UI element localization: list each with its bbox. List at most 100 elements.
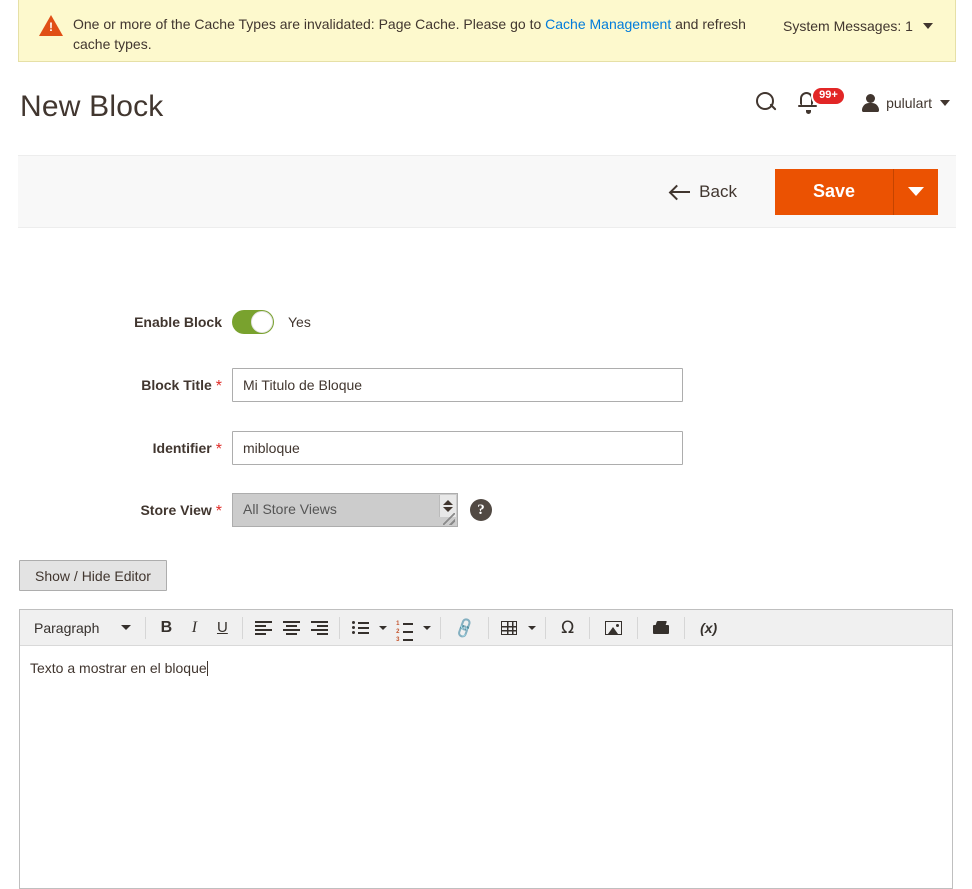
align-left-icon: [254, 621, 272, 635]
field-identifier: Identifier *: [0, 431, 683, 465]
chevron-down-icon: [940, 100, 950, 106]
system-messages-count-label: System Messages: 1: [783, 18, 913, 34]
toolbar-divider: [589, 616, 591, 639]
question-mark-icon[interactable]: ?: [470, 499, 492, 521]
toolbar-divider: [339, 616, 341, 639]
chevron-down-icon: [379, 625, 388, 630]
bullet-list-icon: [351, 621, 369, 634]
system-message-banner: ! One or more of the Cache Types are inv…: [18, 0, 956, 62]
resize-handle[interactable]: [443, 513, 455, 525]
system-message-text: One or more of the Cache Types are inval…: [73, 8, 773, 54]
chevron-down-icon: [121, 625, 132, 630]
block-format-select[interactable]: Paragraph: [24, 614, 139, 642]
italic-button[interactable]: I: [180, 614, 208, 642]
user-name-label: pululart: [886, 95, 932, 111]
notifications-button[interactable]: 99+: [798, 86, 846, 116]
field-store-view: Store View * All Store Views ?: [0, 493, 492, 527]
chevron-down-icon: [423, 625, 432, 630]
link-icon: 🔗: [452, 616, 478, 640]
image-icon: [605, 620, 623, 635]
warning-triangle-icon: !: [39, 13, 65, 39]
system-messages-toggle[interactable]: System Messages: 1: [773, 8, 939, 34]
header-tools: 99+ pululart: [754, 86, 950, 116]
editor-content-text: Texto a mostrar en el bloque: [30, 660, 207, 676]
bullet-list-options-button[interactable]: [374, 614, 390, 642]
bullet-list-button[interactable]: [346, 614, 374, 642]
editor-toolbar: Paragraph B I U 1 2 3 🔗 Ω (x): [20, 610, 952, 646]
insert-variable-button[interactable]: (x): [691, 614, 726, 642]
field-enable-block: Enable Block Yes: [0, 305, 311, 339]
spinner-up-icon: [443, 500, 453, 505]
store-view-selected-option[interactable]: All Store Views: [233, 494, 457, 524]
page-header: New Block 99+ pululart: [0, 62, 972, 155]
align-left-button[interactable]: [249, 614, 277, 642]
align-right-icon: [310, 621, 328, 635]
numbered-list-group: 1 2 3: [390, 614, 434, 643]
required-marker: *: [215, 378, 222, 395]
underline-button[interactable]: U: [208, 614, 236, 642]
back-button[interactable]: Back: [665, 181, 743, 203]
variable-icon: (x): [700, 619, 718, 636]
align-center-icon: [282, 621, 300, 635]
omega-icon: Ω: [561, 617, 575, 638]
back-button-label: Back: [699, 181, 737, 201]
numbered-list-options-button[interactable]: [418, 614, 434, 642]
bullet-list-group: [346, 614, 390, 642]
toolbar-divider: [242, 616, 244, 639]
enable-block-label: Enable Block: [134, 314, 222, 330]
block-title-label: Block Title *: [0, 368, 232, 404]
field-block-title: Block Title *: [0, 368, 683, 402]
arrow-left-icon: [671, 185, 691, 199]
save-button-group: Save: [774, 168, 938, 215]
chevron-down-icon: [528, 625, 537, 630]
identifier-input[interactable]: [232, 431, 683, 465]
align-center-button[interactable]: [277, 614, 305, 642]
store-view-multiselect[interactable]: All Store Views: [232, 493, 458, 527]
special-character-button[interactable]: Ω: [552, 614, 583, 642]
store-view-label-text: Store View: [140, 502, 212, 518]
widget-icon: [653, 621, 670, 635]
identifier-label-text: Identifier: [152, 440, 212, 456]
chevron-down-icon: [908, 187, 924, 196]
toolbar-divider: [637, 616, 639, 639]
cache-management-link[interactable]: Cache Management: [545, 16, 671, 32]
spinner-down-icon: [443, 507, 453, 512]
insert-table-group: [495, 614, 539, 642]
table-icon: [501, 620, 518, 635]
notification-badge: 99+: [811, 86, 846, 106]
insert-image-button[interactable]: [596, 614, 631, 642]
page-actions-toolbar: Back Save: [18, 155, 956, 228]
user-menu[interactable]: pululart: [862, 94, 950, 112]
numbered-list-icon: 1 2 3: [396, 621, 413, 643]
search-icon[interactable]: [754, 91, 778, 115]
wysiwyg-editor: Paragraph B I U 1 2 3 🔗 Ω (x) Texto a mo…: [19, 609, 953, 889]
table-options-button[interactable]: [523, 614, 539, 642]
required-marker: *: [215, 441, 222, 458]
toolbar-divider: [545, 616, 547, 639]
bold-button[interactable]: B: [152, 614, 180, 642]
insert-link-button[interactable]: 🔗: [447, 614, 482, 642]
editor-content-area[interactable]: Texto a mostrar en el bloque: [20, 646, 952, 677]
save-button[interactable]: Save: [774, 168, 894, 215]
block-title-input[interactable]: [232, 368, 683, 402]
page-title: New Block: [20, 90, 164, 123]
align-right-button[interactable]: [305, 614, 333, 642]
enable-block-toggle[interactable]: [232, 310, 274, 334]
numbered-list-button[interactable]: 1 2 3: [390, 614, 418, 643]
insert-table-button[interactable]: [495, 614, 523, 642]
required-marker: *: [215, 503, 222, 520]
block-format-label: Paragraph: [34, 619, 100, 636]
user-avatar-icon: [862, 94, 880, 112]
toggle-knob: [251, 311, 273, 333]
toolbar-divider: [145, 616, 147, 639]
show-hide-editor-button[interactable]: Show / Hide Editor: [19, 560, 167, 591]
store-view-label: Store View *: [0, 493, 232, 529]
insert-widget-button[interactable]: [644, 614, 678, 642]
block-title-label-text: Block Title: [141, 377, 212, 393]
save-options-button[interactable]: [894, 168, 938, 215]
toolbar-divider: [440, 616, 442, 639]
message-text-before-link: One or more of the Cache Types are inval…: [73, 16, 546, 32]
enable-block-toggle-value: Yes: [288, 314, 311, 330]
text-cursor: [206, 661, 208, 676]
chevron-down-icon: [922, 23, 933, 29]
